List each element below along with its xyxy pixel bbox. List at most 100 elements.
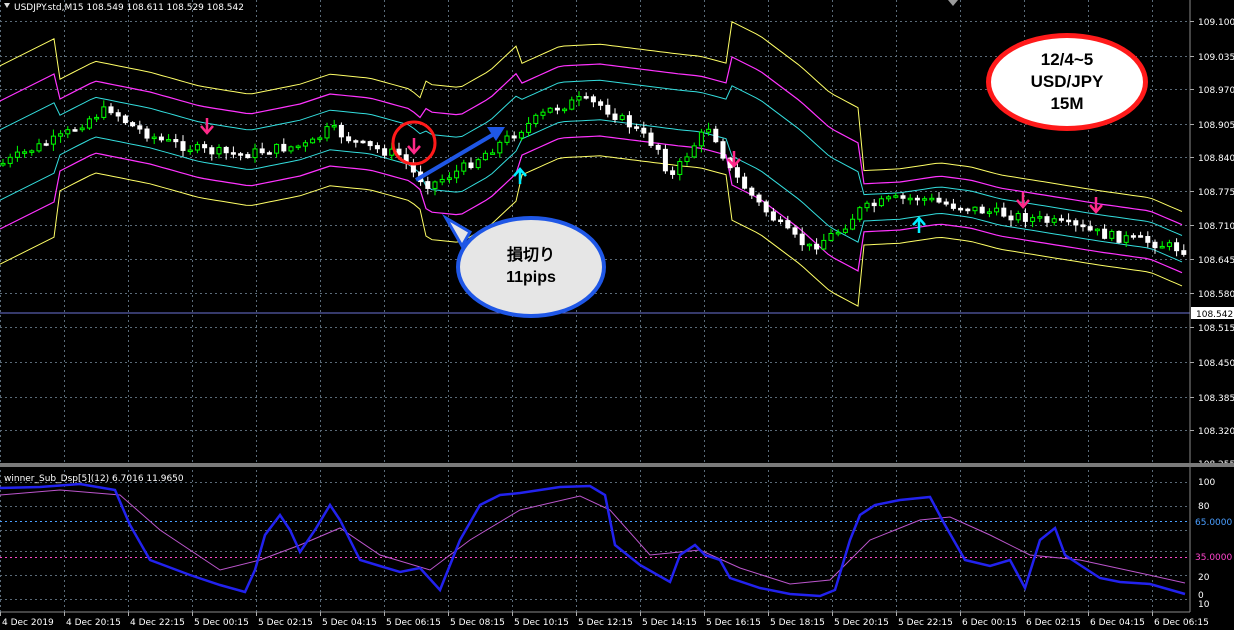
candle-body <box>1145 236 1151 243</box>
candle-body <box>1159 245 1165 249</box>
price-tick-label: 108.840 <box>1198 154 1234 164</box>
candle-body <box>972 206 978 212</box>
candle-body <box>94 116 100 120</box>
candle-body <box>1109 230 1115 239</box>
candle-body <box>1174 242 1180 252</box>
candle-body <box>806 243 812 247</box>
candle-body <box>821 239 827 250</box>
sub-chart-header: winner_Sub_Dsp[5](12) 6.7016 11.9650 <box>4 474 184 484</box>
candle-body <box>36 143 42 152</box>
candle-body <box>994 207 1000 213</box>
candle-body <box>569 99 575 110</box>
candle-body <box>252 148 258 159</box>
badge-timeframe: 15M <box>1050 94 1084 113</box>
sub-tick-label: 100 <box>1198 478 1215 488</box>
candle-body <box>533 114 539 124</box>
candle-body <box>79 127 85 131</box>
candle-body <box>7 156 13 164</box>
candle-body <box>230 152 236 155</box>
price-tick-label: 109.100 <box>1198 18 1234 28</box>
candle-body <box>1152 241 1158 249</box>
candle-body <box>922 198 928 201</box>
candle-body <box>634 126 640 129</box>
candle-body <box>770 211 776 221</box>
candle-body <box>295 145 301 149</box>
candle-body <box>598 101 604 106</box>
price-tick-label: 108.905 <box>1198 121 1234 131</box>
candle-body <box>216 146 222 155</box>
candle-body <box>14 151 20 158</box>
candle-body <box>893 195 899 198</box>
candle-body <box>1022 213 1028 222</box>
candle-body <box>540 111 546 116</box>
candle-body <box>115 112 121 117</box>
candle-body <box>266 152 272 155</box>
candle-body <box>554 107 560 111</box>
time-tick-label: 4 Dec 2019 <box>2 618 54 628</box>
candle-body <box>482 152 488 161</box>
time-tick-label: 6 Dec 02:15 <box>1026 618 1081 628</box>
sub-tick-label: 80 <box>1198 502 1210 512</box>
main-chart-header: USDJPY.std,M15 108.549 108.611 108.529 1… <box>14 3 244 13</box>
current-price-label: 108.542 <box>1196 310 1233 320</box>
candle-body <box>907 197 913 201</box>
candle-body <box>108 106 114 114</box>
panel-separator[interactable] <box>0 463 1234 467</box>
time-tick-label: 5 Dec 18:15 <box>770 618 825 628</box>
candle-body <box>274 143 280 154</box>
candle-body <box>1102 228 1108 239</box>
candle-body <box>281 143 287 152</box>
candle-body <box>814 243 820 250</box>
candle-body <box>662 148 668 172</box>
candle-body <box>317 137 323 140</box>
candle-body <box>958 207 964 211</box>
candle-body <box>914 197 920 201</box>
candle-body <box>950 203 956 209</box>
candle-body <box>1037 216 1043 219</box>
candle-body <box>223 146 229 154</box>
candle-body <box>425 181 431 189</box>
candle-body <box>1130 235 1136 238</box>
level-high-label: 65.0000 <box>1195 518 1232 528</box>
time-tick-label: 5 Dec 00:15 <box>194 618 249 628</box>
candle-body <box>1073 220 1079 226</box>
candle-body <box>785 220 791 229</box>
price-tick-label: 108.970 <box>1198 86 1234 96</box>
price-tick-label: 108.385 <box>1198 394 1234 404</box>
candle-body <box>1116 230 1122 243</box>
time-tick-label: 5 Dec 06:15 <box>386 618 441 628</box>
candle-body <box>461 162 467 172</box>
candle-body <box>670 170 676 175</box>
candle-body <box>900 195 906 199</box>
time-tick-label: 5 Dec 04:15 <box>322 618 377 628</box>
candle-body <box>1051 218 1057 223</box>
candle-body <box>446 177 452 180</box>
candle-body <box>0 162 6 166</box>
candle-body <box>101 106 107 118</box>
candle-body <box>331 124 337 128</box>
current-price-tag: 108.542 <box>1191 307 1234 320</box>
time-tick-label: 4 Dec 20:15 <box>66 618 121 628</box>
candle-body <box>605 104 611 115</box>
time-tick-label: 6 Dec 06:15 <box>1154 618 1209 628</box>
candle-body <box>86 118 92 129</box>
candle-body <box>1008 215 1014 221</box>
candle-body <box>641 127 647 134</box>
sub-tick-label: 20 <box>1198 573 1210 583</box>
candle-body <box>986 211 992 214</box>
candle-body <box>137 125 143 130</box>
candle-body <box>50 135 56 145</box>
candle-body <box>936 197 942 203</box>
candle-body <box>302 142 308 147</box>
candle-body <box>43 143 49 146</box>
candle-body <box>382 148 388 156</box>
candle-body <box>310 138 316 144</box>
candle-body <box>1044 216 1050 223</box>
candle-body <box>338 124 344 138</box>
candle-body <box>490 152 496 155</box>
candle-body <box>166 139 172 142</box>
candle-body <box>886 196 892 200</box>
time-tick-label: 5 Dec 20:15 <box>834 618 889 628</box>
candle-body <box>1066 219 1072 223</box>
callout-title: 損切り <box>506 247 555 264</box>
